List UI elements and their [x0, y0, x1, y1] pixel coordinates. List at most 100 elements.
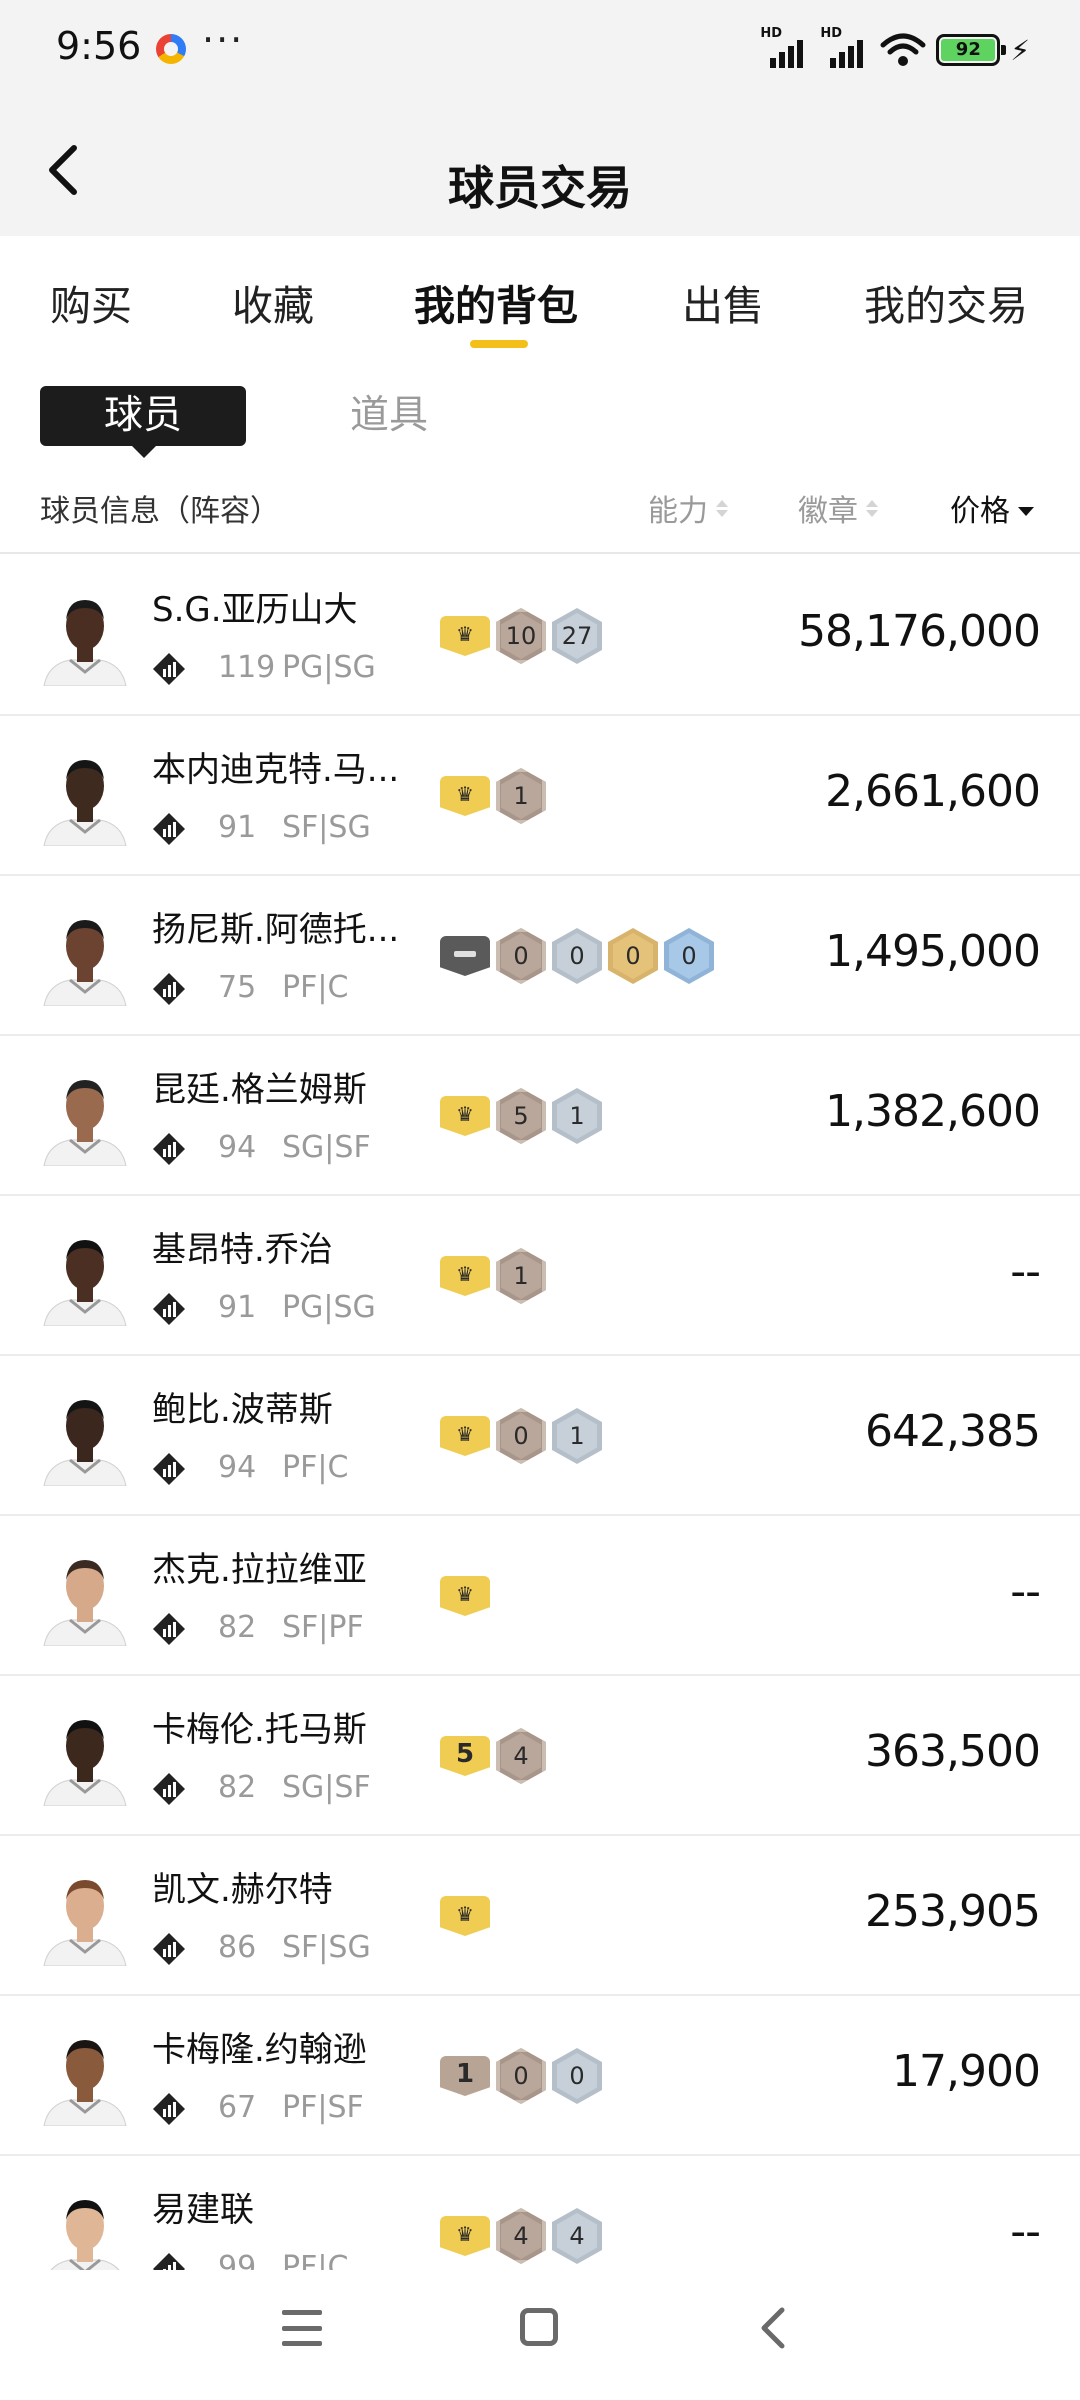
ability-value: 82: [218, 1610, 257, 1645]
player-row[interactable]: 扬尼斯.阿德托... 75 PF|C 0 0 0 0 1,495,000: [0, 876, 1080, 1036]
badge-group: ♛ 0 1: [440, 1408, 602, 1464]
tab-favorites[interactable]: 收藏: [232, 272, 314, 332]
star-level-badge: 5: [440, 1736, 490, 1776]
bronze-badge-count: 4: [496, 2208, 546, 2264]
subtab-items[interactable]: 道具: [350, 386, 428, 446]
player-row[interactable]: 昆廷.格兰姆斯 94 SG|SF ♛ 5 1 1,382,600: [0, 1036, 1080, 1196]
home-button[interactable]: [520, 2308, 558, 2346]
player-avatar: [43, 2040, 127, 2126]
player-row[interactable]: 基昂特.乔治 91 PG|SG ♛ 1 --: [0, 1196, 1080, 1356]
ability-rating-icon: [153, 1613, 185, 1645]
ability-rating-icon: [153, 1773, 185, 1805]
ability-value: 99: [218, 2250, 257, 2270]
player-name: 易建联: [152, 2190, 254, 2230]
badge-group: 54: [440, 1728, 546, 1784]
player-row[interactable]: S.G.亚历山大 119 PG|SG ♛ 10 27 58,176,000: [0, 556, 1080, 716]
player-position: PG|SG: [282, 650, 376, 685]
signal-2-icon: HD: [820, 26, 870, 68]
player-name: 卡梅隆.约翰逊: [152, 2030, 367, 2070]
status-indicators: HD HD 92 ⚡: [760, 26, 1030, 70]
silver-badge-count: 1: [552, 1088, 602, 1144]
silver-badge-count: 0: [552, 2048, 602, 2104]
sort-price-button[interactable]: 价格: [950, 486, 1034, 530]
system-back-button[interactable]: [754, 2306, 794, 2350]
ability-rating-icon: [153, 2253, 185, 2270]
crown-badge-icon: ♛: [440, 1576, 490, 1616]
player-row[interactable]: 杰克.拉拉维亚 82 SF|PF ♛ --: [0, 1516, 1080, 1676]
player-price: --: [1010, 1246, 1041, 1297]
player-price: 1,495,000: [825, 926, 1041, 977]
badge-group: 100: [440, 2048, 602, 2104]
player-row[interactable]: 易建联 99 PF|C ♛ 4 4 --: [0, 2156, 1080, 2270]
status-time: 9:56: [56, 24, 142, 68]
badge-group: ♛: [440, 1888, 490, 1944]
bronze-badge-count: 4: [496, 1728, 546, 1784]
ability-value: 82: [218, 1770, 257, 1805]
ability-rating-icon: [153, 1293, 185, 1325]
blue-badge-count: 0: [664, 928, 714, 984]
ability-value: 75: [218, 970, 257, 1005]
sort-arrows-icon: [866, 499, 878, 517]
silver-badge-count: 0: [552, 928, 602, 984]
crown-badge-icon: ♛: [440, 1896, 490, 1936]
player-position: PF|SF: [282, 2090, 364, 2125]
tab-my-backpack[interactable]: 我的背包: [414, 272, 578, 332]
player-avatar: [43, 1720, 127, 1806]
tab-my-trades[interactable]: 我的交易: [864, 272, 1028, 332]
bronze-badge-count: 1: [496, 1248, 546, 1304]
sort-arrows-icon: [716, 499, 728, 517]
player-price: 642,385: [865, 1406, 1041, 1457]
crown-badge-icon: ♛: [440, 616, 490, 656]
ability-value: 86: [218, 1930, 257, 1965]
player-row[interactable]: 鲍比.波蒂斯 94 PF|C ♛ 0 1 642,385: [0, 1356, 1080, 1516]
player-avatar: [43, 760, 127, 846]
ability-rating-icon: [153, 1453, 185, 1485]
battery-level: 92: [941, 39, 996, 61]
player-price: --: [1010, 1566, 1041, 1617]
ability-rating-icon: [153, 1133, 185, 1165]
player-row[interactable]: 本内迪克特.马... 91 SF|SG ♛ 1 2,661,600: [0, 716, 1080, 876]
sort-badge-button[interactable]: 徽章: [798, 486, 878, 530]
badge-group: ♛ 4 4: [440, 2208, 602, 2264]
player-position: SF|PF: [282, 1610, 364, 1645]
column-price-label: 价格: [950, 494, 1010, 529]
recent-apps-button[interactable]: [282, 2310, 322, 2346]
column-badge-label: 徽章: [798, 494, 858, 529]
ability-value: 67: [218, 2090, 257, 2125]
player-name: 杰克.拉拉维亚: [152, 1550, 367, 1590]
player-name: 基昂特.乔治: [152, 1230, 333, 1270]
silver-badge-count: 27: [552, 608, 602, 664]
top-tab-bar: 购买 收藏 我的背包 出售 我的交易: [0, 236, 1080, 356]
ability-rating-icon: [153, 1933, 185, 1965]
crown-badge-icon: ♛: [440, 2216, 490, 2256]
player-name: 本内迪克特.马...: [152, 750, 400, 790]
tab-buy[interactable]: 购买: [50, 272, 132, 332]
column-header: 球员信息（阵容） 能力 徽章 价格: [0, 470, 1080, 554]
player-row[interactable]: 凯文.赫尔特 86 SF|SG ♛ 253,905: [0, 1836, 1080, 1996]
player-list[interactable]: S.G.亚历山大 119 PG|SG ♛ 10 27 58,176,000 本内迪克特.马..…: [0, 556, 1080, 2270]
ability-rating-icon: [153, 653, 185, 685]
tab-sell[interactable]: 出售: [682, 272, 764, 332]
player-name: S.G.亚历山大: [152, 590, 358, 630]
system-nav-bar: [0, 2270, 1080, 2400]
badge-group: 0000: [440, 928, 714, 984]
subtab-players[interactable]: 球员: [40, 386, 246, 458]
silver-badge-count: 1: [552, 1408, 602, 1464]
star-level-badge: 1: [440, 2056, 490, 2096]
player-price: 2,661,600: [825, 766, 1041, 817]
player-avatar: [43, 1400, 127, 1486]
active-tab-indicator: [470, 340, 528, 348]
player-avatar: [43, 1080, 127, 1166]
app-header: 球员交易: [0, 100, 1080, 236]
player-row[interactable]: 卡梅伦.托马斯 82 SG|SF 5 4 363,500: [0, 1676, 1080, 1836]
empty-crown-badge-icon: [440, 936, 490, 976]
badge-group: ♛ 1: [440, 768, 546, 824]
bronze-badge-count: 0: [496, 1408, 546, 1464]
player-price: 363,500: [865, 1726, 1041, 1777]
player-avatar: [43, 600, 127, 686]
badge-group: ♛ 5 1: [440, 1088, 602, 1144]
battery-icon: 92: [936, 34, 1007, 66]
sort-ability-button[interactable]: 能力: [648, 486, 728, 530]
player-row[interactable]: 卡梅隆.约翰逊 67 PF|SF 1 0 0 17,900: [0, 1996, 1080, 2156]
player-position: PF|C: [282, 1450, 349, 1485]
